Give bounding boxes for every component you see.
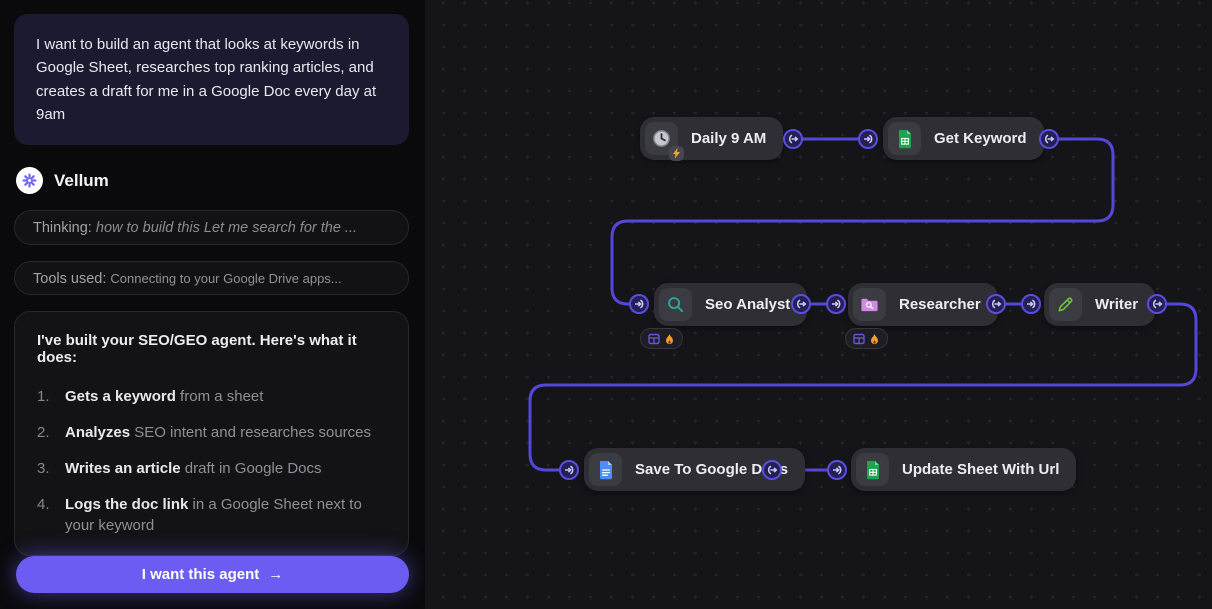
vellum-logo-icon <box>16 167 43 194</box>
step-number: 3. <box>37 458 65 480</box>
node-seo-analyst[interactable]: Seo Analyst <box>654 283 807 326</box>
port-out-daily[interactable] <box>783 129 803 149</box>
step-text: Gets a keyword from a sheet <box>65 386 263 408</box>
step-text: Writes an article draft in Google Docs <box>65 458 322 480</box>
agent-builder-app: I want to build an agent that looks at k… <box>0 0 1212 609</box>
agent-summary-card: I've built your SEO/GEO agent. Here's wh… <box>14 311 409 556</box>
port-out-savedocs[interactable] <box>762 460 782 480</box>
port-in-seoanalyst[interactable] <box>629 294 649 314</box>
agent-summary-heading: I've built your SEO/GEO agent. Here's wh… <box>37 332 386 366</box>
researcher-tools-badge[interactable] <box>845 328 888 349</box>
workflow-canvas[interactable]: Daily 9 AM Get Keyword Seo Analyst <box>425 0 1212 609</box>
i-want-this-agent-button[interactable]: I want this agent → <box>16 556 409 593</box>
user-prompt-text: I want to build an agent that looks at k… <box>36 36 376 123</box>
agent-step-3: 3. Writes an article draft in Google Doc… <box>37 458 386 480</box>
brand-row: Vellum <box>16 167 409 194</box>
flame-icon <box>869 333 880 345</box>
seo-analyst-tools-badge[interactable] <box>640 328 683 349</box>
thinking-text: how to build this Let me search for the … <box>96 220 357 236</box>
node-label: Researcher <box>899 296 981 313</box>
clock-trigger-icon <box>645 122 678 155</box>
thinking-status-pill[interactable]: Thinking: how to build this Let me searc… <box>14 210 409 245</box>
step-number: 2. <box>37 422 65 444</box>
step-text: Analyzes SEO intent and researches sourc… <box>65 422 371 444</box>
edge-getkeyword-to-seoanalyst <box>612 139 1113 304</box>
step-number: 4. <box>37 494 65 538</box>
port-out-seoanalyst[interactable] <box>791 294 811 314</box>
port-in-savedocs[interactable] <box>559 460 579 480</box>
port-in-researcher[interactable] <box>826 294 846 314</box>
lightning-bolt-icon <box>669 146 684 161</box>
google-sheets-icon <box>856 453 889 486</box>
node-researcher[interactable]: Researcher <box>848 283 998 326</box>
agent-step-2: 2. Analyzes SEO intent and researches so… <box>37 422 386 444</box>
port-in-getkeyword[interactable] <box>858 129 878 149</box>
chat-sidebar: I want to build an agent that looks at k… <box>0 0 425 609</box>
pencil-icon <box>1049 288 1082 321</box>
node-label: Writer <box>1095 296 1138 313</box>
tools-used-label: Tools used: <box>33 271 106 287</box>
node-label: Get Keyword <box>934 130 1027 147</box>
flame-icon <box>664 333 675 345</box>
node-writer[interactable]: Writer <box>1044 283 1155 326</box>
thinking-label: Thinking: <box>33 220 92 236</box>
tools-used-pill[interactable]: Tools used: Connecting to your Google Dr… <box>14 261 409 296</box>
agent-step-4: 4. Logs the doc link in a Google Sheet n… <box>37 494 386 538</box>
port-out-researcher[interactable] <box>986 294 1006 314</box>
node-daily-9am[interactable]: Daily 9 AM <box>640 117 783 160</box>
agent-step-1: 1. Gets a keyword from a sheet <box>37 386 386 408</box>
tools-used-text: Connecting to your Google Drive apps... <box>110 271 341 286</box>
port-out-writer[interactable] <box>1147 294 1167 314</box>
node-label: Seo Analyst <box>705 296 790 313</box>
arrow-right-icon: → <box>268 566 283 583</box>
port-in-writer[interactable] <box>1021 294 1041 314</box>
step-text: Logs the doc link in a Google Sheet next… <box>65 494 386 538</box>
brand-name: Vellum <box>54 171 109 191</box>
node-update-sheet-with-url[interactable]: Update Sheet With Url <box>851 448 1076 491</box>
user-prompt-bubble: I want to build an agent that looks at k… <box>14 14 409 145</box>
folder-search-icon <box>853 288 886 321</box>
port-in-updatesheet[interactable] <box>827 460 847 480</box>
node-label: Update Sheet With Url <box>902 461 1059 478</box>
search-icon <box>659 288 692 321</box>
node-get-keyword[interactable]: Get Keyword <box>883 117 1044 160</box>
google-docs-icon <box>589 453 622 486</box>
google-sheets-icon <box>888 122 921 155</box>
table-icon <box>648 333 660 345</box>
table-icon <box>853 333 865 345</box>
step-number: 1. <box>37 386 65 408</box>
node-label: Daily 9 AM <box>691 130 766 147</box>
port-out-getkeyword[interactable] <box>1039 129 1059 149</box>
cta-label: I want this agent <box>142 566 260 583</box>
